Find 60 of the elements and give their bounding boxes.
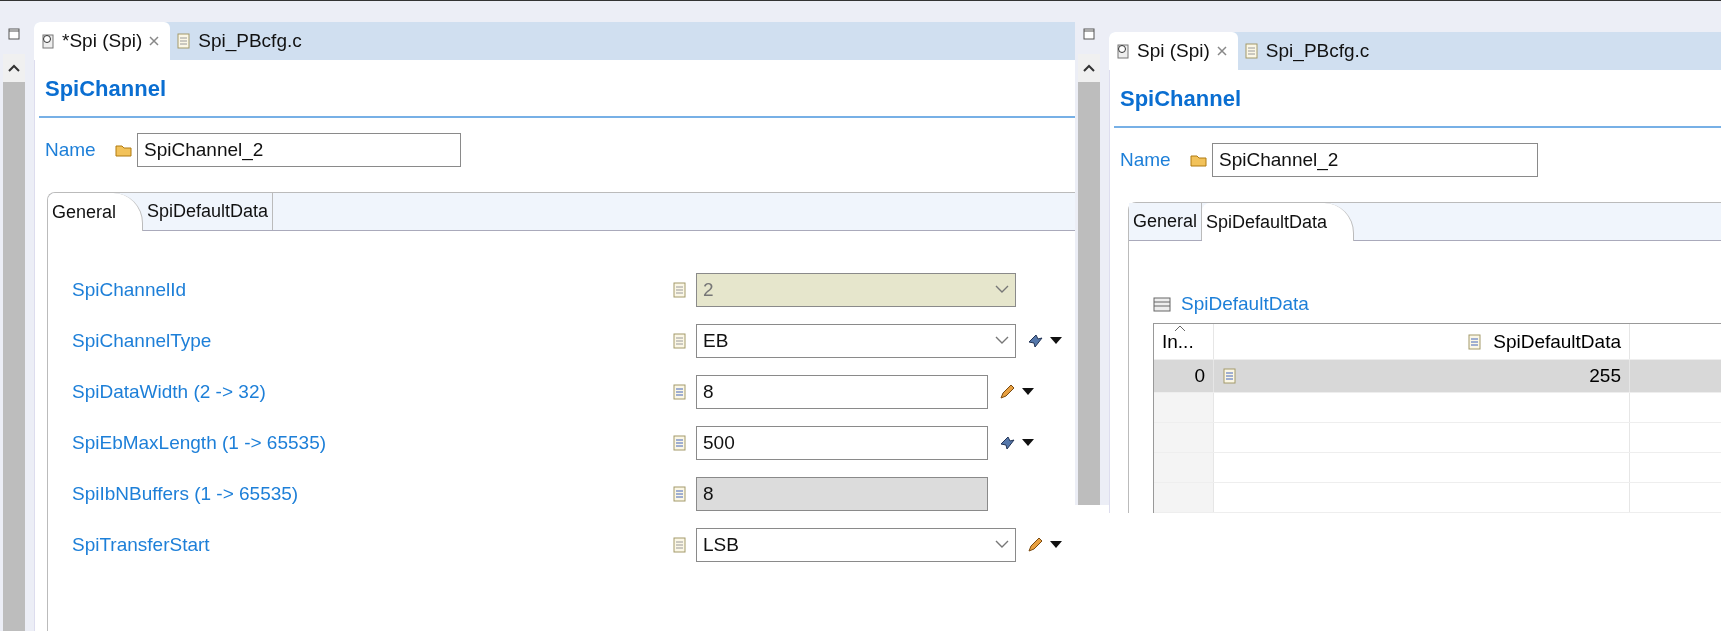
caret-icon[interactable] — [1022, 387, 1034, 396]
document-icon — [1243, 43, 1260, 59]
editor-tab[interactable]: Spi (Spi) — [1109, 32, 1238, 70]
scroll-up-button[interactable] — [3, 54, 25, 82]
table-cell: 255 — [1589, 365, 1621, 387]
column-header[interactable]: In... — [1154, 324, 1214, 359]
parameter-label: SpiChannelId — [72, 278, 188, 301]
maximize-icon — [8, 28, 20, 40]
parameter-label: SpiChannelType — [72, 329, 213, 352]
document-icon — [672, 281, 688, 298]
parameter-label: SpiIbNBuffers (1 -> 65535) — [72, 482, 300, 505]
name-label: Name — [45, 139, 97, 161]
document-icon — [672, 434, 688, 451]
name-field[interactable]: SpiChannel_2 — [137, 133, 461, 167]
pencil-icon[interactable] — [998, 382, 1016, 401]
parameter-label: SpiTransferStart — [72, 533, 211, 556]
document-icon — [1222, 368, 1238, 384]
chevron-icon[interactable] — [995, 540, 1009, 549]
close-icon[interactable] — [148, 35, 161, 47]
table-icon — [1153, 296, 1171, 312]
document-icon — [672, 332, 688, 349]
page-tab[interactable]: SpiDefaultData — [1202, 203, 1355, 241]
section-title: SpiChannel — [1114, 70, 1721, 128]
dropdown[interactable]: LSB — [696, 527, 1016, 562]
table-title: SpiDefaultData — [1181, 293, 1309, 315]
editor-tab[interactable]: Spi_PBcfg.c — [1237, 32, 1380, 70]
document-icon — [672, 485, 688, 502]
document-icon — [672, 536, 688, 553]
close-icon[interactable] — [1215, 45, 1228, 57]
sort-icon — [1174, 325, 1186, 332]
page-tab[interactable]: General — [1129, 203, 1203, 240]
folder-icon — [1190, 153, 1208, 167]
name-label: Name — [1120, 149, 1172, 171]
editor-tab[interactable]: *Spi (Spi) — [34, 22, 171, 60]
table-row[interactable]: 0 255 — [1154, 360, 1721, 393]
document-icon — [672, 383, 688, 400]
folder-icon — [115, 143, 133, 157]
name-field[interactable]: SpiChannel_2 — [1212, 143, 1538, 177]
dropdown[interactable]: EB — [696, 323, 1016, 358]
caret-icon[interactable] — [1050, 336, 1062, 345]
input-field[interactable]: 500 — [696, 425, 988, 460]
section-title: SpiChannel — [39, 60, 1075, 118]
maximize-icon — [1083, 28, 1095, 40]
config-file-icon — [40, 33, 56, 49]
parameter-label: SpiDataWidth (2 -> 32) — [72, 380, 267, 403]
document-icon — [176, 33, 193, 49]
chevron-up-icon — [1083, 64, 1095, 72]
config-file-icon — [1115, 43, 1131, 59]
chevron-icon[interactable] — [995, 336, 1009, 345]
input-field[interactable]: 8 — [696, 374, 988, 409]
editor-tab[interactable]: Spi_PBcfg.c — [170, 22, 312, 60]
table-cell: 0 — [1194, 365, 1205, 387]
document-icon — [1467, 333, 1484, 350]
caret-icon[interactable] — [1050, 540, 1062, 549]
pencil-icon[interactable] — [1026, 535, 1044, 554]
chevron-up-icon — [8, 64, 20, 72]
scroll-up-button[interactable] — [1078, 54, 1100, 82]
parameter-label: SpiEbMaxLength (1 -> 65535) — [72, 431, 328, 454]
page-tab[interactable]: General — [48, 193, 144, 231]
caret-icon[interactable] — [1022, 438, 1034, 447]
